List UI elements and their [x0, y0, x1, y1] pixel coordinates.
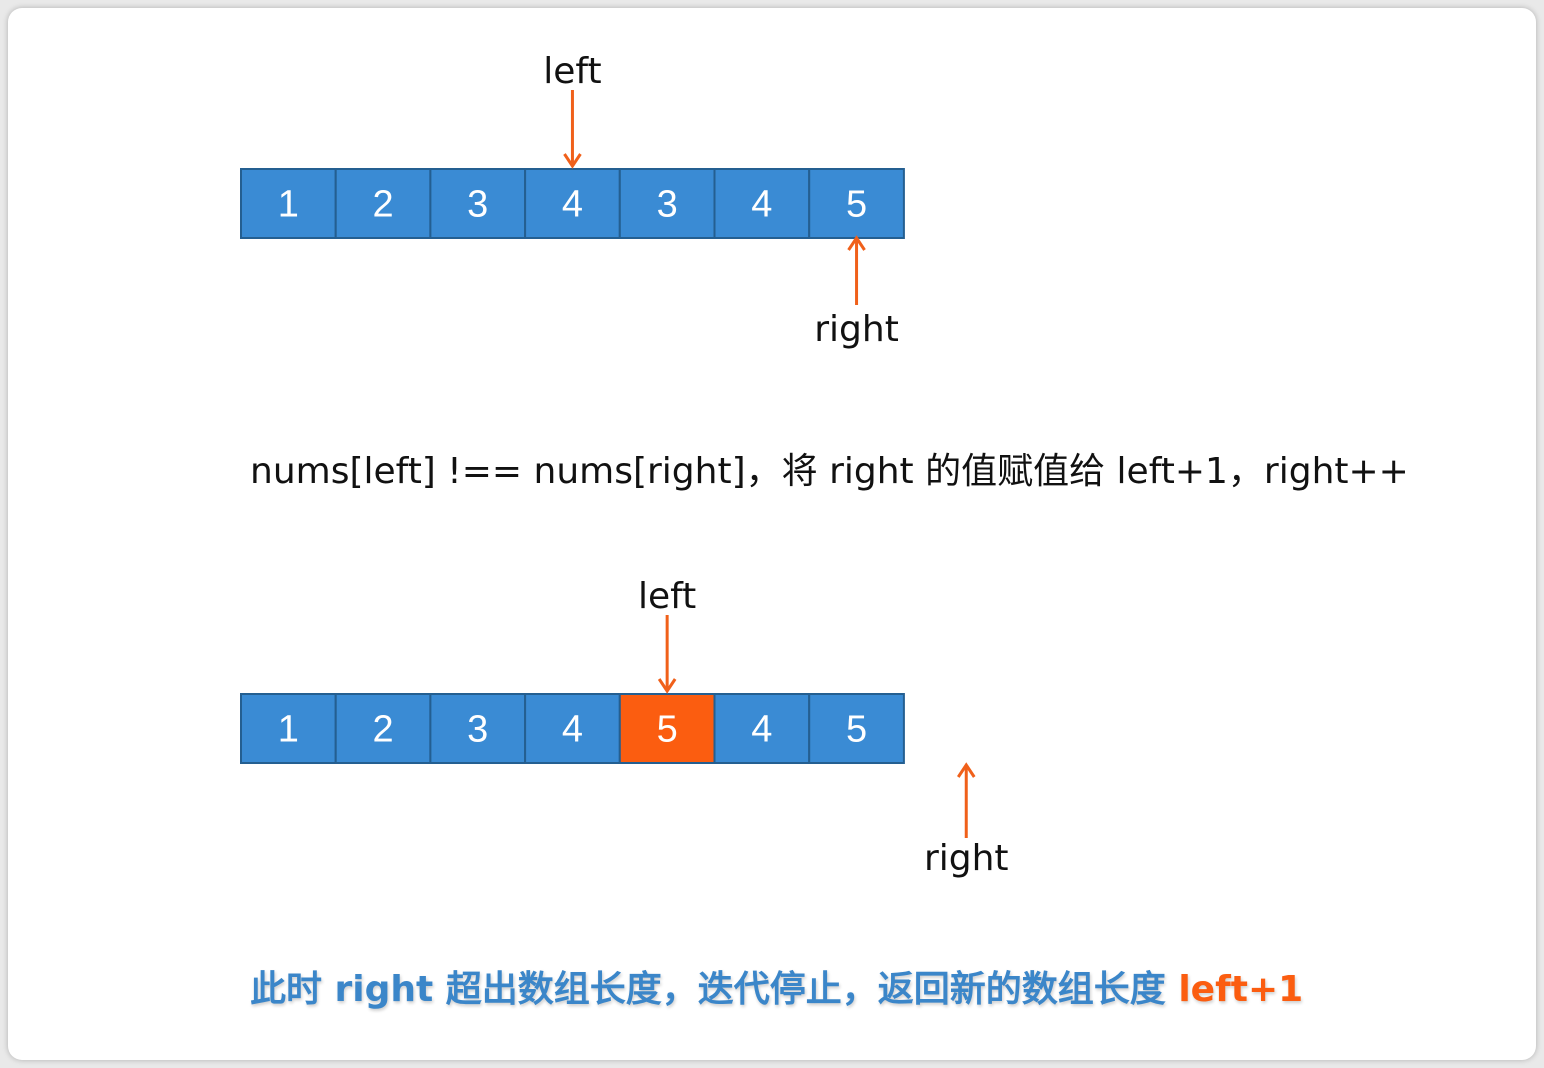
array-cell-value: 1 [278, 184, 299, 226]
array-cell-value: 1 [278, 709, 299, 751]
array-cell-value: 2 [372, 709, 393, 751]
array-cell-value: 3 [467, 184, 488, 226]
two-pointer-diagram: 1 2 3 4 3 4 5 left right 1 2 3 4 5 4 5 left right [240, 51, 1009, 879]
array-cell-value: 4 [562, 184, 583, 226]
array-cell-value: 4 [751, 709, 772, 751]
array-cell-value: 4 [751, 184, 772, 226]
array-cell-value: 3 [657, 184, 678, 226]
conclusion-text: 此时 right 超出数组长度，迭代停止，返回新的数组长度 [250, 969, 1179, 1010]
step-description: nums[left] !== nums[right]，将 right 的值赋值给… [250, 451, 1409, 492]
array-cell-value: 3 [467, 709, 488, 751]
conclusion: 此时 right 超出数组长度，迭代停止，返回新的数组长度 left+1 [250, 960, 1303, 1012]
conclusion-highlight: left+1 [1178, 969, 1304, 1010]
array-cell-value: 2 [372, 184, 393, 226]
left-pointer-label: left [638, 576, 696, 617]
left-pointer-label: left [543, 51, 601, 92]
array-cell-value: 5 [846, 184, 867, 226]
array-cell-value: 4 [562, 709, 583, 751]
right-pointer-label: right [814, 309, 899, 350]
array-cell-value: 5 [657, 709, 678, 751]
array-cell-value: 5 [846, 709, 867, 751]
right-pointer-label: right [924, 838, 1009, 879]
